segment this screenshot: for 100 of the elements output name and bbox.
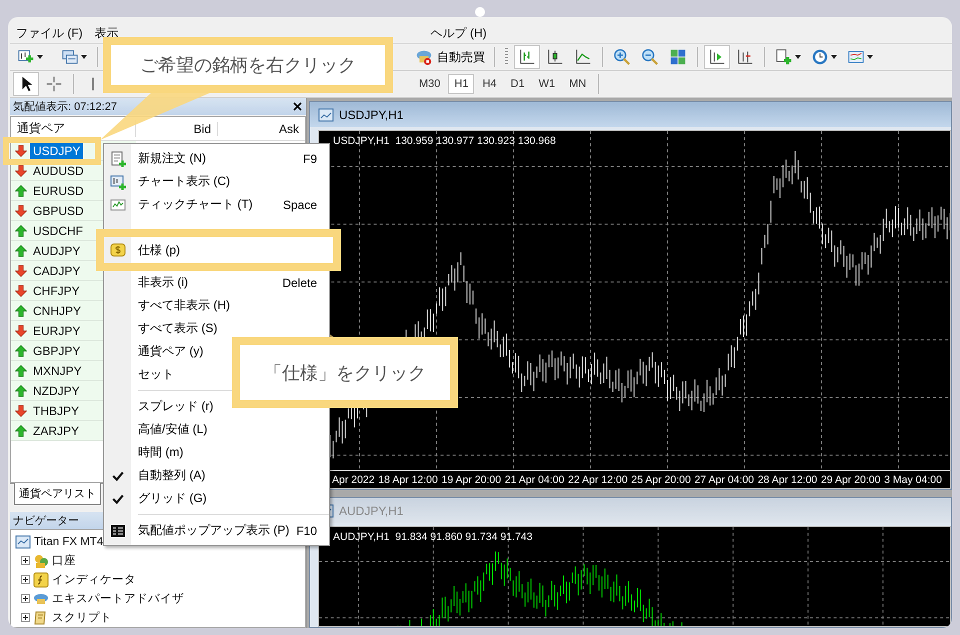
expand-icon[interactable] [21, 556, 30, 565]
auto-trading-button[interactable]: 自動売買 [412, 46, 488, 68]
chart-info: AUDJPY,H1 91.834 91.860 91.734 91.743 [333, 531, 532, 544]
up-arrow-icon [15, 424, 27, 436]
down-arrow-icon [15, 264, 27, 276]
symbol-label: NZDJPY [32, 382, 81, 398]
shortcut-label: F10 [296, 524, 317, 538]
menu-item[interactable]: 時間 (m) [104, 441, 329, 464]
up-arrow-icon [15, 364, 27, 376]
shortcut-label: F9 [302, 152, 317, 166]
panel-title: 気配値表示: 07:12:27 [13, 100, 117, 114]
menu-item[interactable]: ヘルプ (H) [424, 25, 493, 42]
down-arrow-icon [15, 404, 27, 416]
caret-icon[interactable] [81, 55, 87, 59]
timeframe-button[interactable]: D1 [504, 74, 531, 94]
popup-table-icon [110, 522, 126, 538]
down-arrow-icon [15, 164, 27, 176]
clock-icon[interactable] [811, 48, 829, 66]
new-chart-icon [110, 174, 126, 190]
up-arrow-icon [15, 244, 27, 256]
windows-icon[interactable] [61, 48, 79, 66]
new-order-icon [110, 150, 126, 166]
candlestick-icon[interactable] [546, 48, 564, 66]
symbol-label: AUDUSD [32, 162, 85, 178]
panel-title: ナビゲーター [13, 514, 79, 528]
add-indicator-icon[interactable] [775, 48, 793, 66]
zoom-out-icon[interactable] [641, 48, 659, 66]
down-arrow-icon [15, 204, 27, 216]
timeframe-button[interactable]: H1 [448, 74, 474, 94]
tick-chart-icon [110, 196, 126, 212]
up-arrow-icon [15, 184, 27, 196]
chart-icon [318, 106, 334, 122]
column-header[interactable]: Ask [218, 122, 305, 136]
down-arrow-icon [15, 284, 27, 296]
timeframe-button[interactable]: MN [563, 74, 592, 94]
symbol-label: USDCHF [32, 222, 84, 238]
menu-item[interactable]: 気配値ポップアップ表示 (P) F10 [104, 519, 329, 542]
timeframe-button[interactable]: H4 [476, 74, 503, 94]
caret-icon[interactable] [37, 55, 43, 59]
symbol-label: GBPUSD [32, 202, 85, 218]
time-label: 28 Apr 12:00 [758, 474, 818, 486]
timeframe-button[interactable]: W1 [532, 74, 562, 94]
timeframe-button[interactable]: M30 [413, 74, 446, 94]
time-label: 25 Apr 20:00 [631, 474, 691, 486]
expand-icon[interactable] [21, 575, 30, 584]
time-label: 29 Apr 20:00 [820, 474, 880, 486]
chart-shift-icon[interactable] [736, 48, 754, 66]
zoom-in-icon[interactable] [613, 48, 631, 66]
up-arrow-icon [15, 384, 27, 396]
function-icon [33, 572, 49, 588]
symbol-label: CHFJPY [32, 282, 81, 298]
chart-info: USDJPY,H1 130.959 130.977 130.923 130.968 [333, 135, 556, 147]
time-label: 19 Apr 20:00 [442, 474, 502, 486]
time-label: Apr 2022 [332, 474, 375, 486]
symbol-label: THBJPY [32, 402, 80, 418]
expand-icon[interactable] [21, 613, 30, 622]
symbol-label: ZARJPY [32, 422, 80, 438]
bar-chart-icon[interactable] [518, 48, 536, 66]
menu-item[interactable]: グリッド (G) [104, 487, 329, 510]
close-icon[interactable] [293, 102, 302, 111]
tree-label[interactable]: 口座 [52, 553, 76, 568]
symbol-label: CNHJPY [32, 302, 82, 318]
tree-label[interactable]: エキスパートアドバイザ [52, 591, 184, 606]
down-arrow-icon [15, 324, 27, 336]
time-label: 21 Apr 04:00 [504, 474, 564, 486]
caret-icon[interactable] [795, 55, 801, 59]
shortcut-label: Delete [282, 276, 317, 290]
autoscroll-icon[interactable] [708, 48, 726, 66]
symbol-label: EURJPY [32, 322, 82, 338]
symbol-label: GBPJPY [32, 342, 82, 358]
symbol-label: MXNJPY [32, 362, 83, 378]
time-label: 27 Apr 04:00 [694, 474, 754, 486]
terminal-icon [15, 534, 31, 550]
time-label: 18 Apr 12:00 [378, 474, 438, 486]
crosshair-icon[interactable] [45, 75, 63, 93]
coins-icon [33, 552, 49, 568]
time-label: 3 May 04:00 [884, 474, 942, 486]
frame-dot [475, 7, 485, 17]
menu-item[interactable]: ファイル (F) [10, 25, 89, 42]
callout-tooltip: 「仕様」をクリック [232, 337, 458, 408]
menu-item[interactable]: 自動整列 (A) [104, 464, 329, 487]
tree-label[interactable]: インディケータ [52, 572, 136, 587]
window-title[interactable]: USDJPY,H1 [339, 108, 404, 122]
up-arrow-icon [15, 224, 27, 236]
expand-icon[interactable] [21, 594, 30, 603]
up-arrow-icon [15, 344, 27, 356]
shortcut-label: Space [282, 198, 317, 212]
tree-label[interactable]: Titan FX MT4 [34, 536, 104, 548]
symbol-label: CADJPY [32, 262, 82, 278]
tile-windows-icon[interactable] [669, 48, 687, 66]
symbol-label: USDJPY [30, 142, 84, 158]
line-chart-icon[interactable] [574, 48, 592, 66]
menu-item[interactable]: 仕様 (p) [104, 237, 333, 263]
caret-icon[interactable] [867, 55, 873, 59]
tab[interactable]: 通貨ペアリスト [14, 483, 101, 505]
symbol-label: AUDJPY [32, 242, 82, 258]
template-icon[interactable] [847, 48, 865, 66]
time-label: 22 Apr 12:00 [568, 474, 628, 486]
caret-icon[interactable] [831, 55, 837, 59]
tree-label[interactable]: スクリプト [52, 610, 112, 625]
